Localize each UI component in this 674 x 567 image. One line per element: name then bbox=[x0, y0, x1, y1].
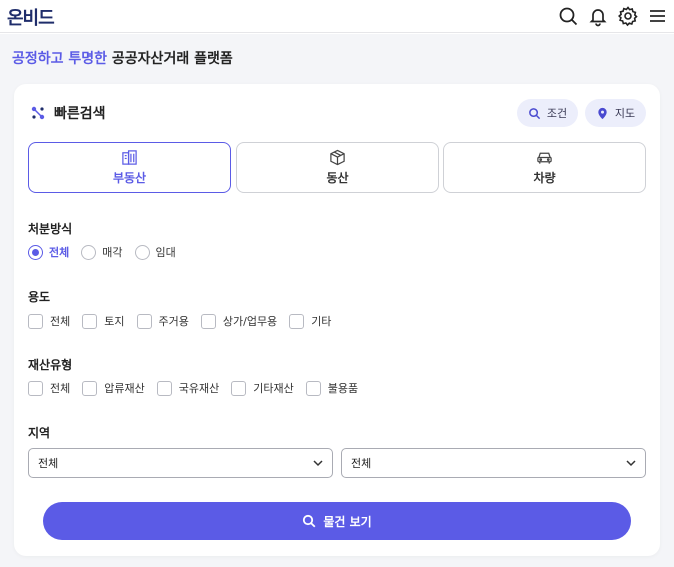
usage-label: 용도 bbox=[28, 290, 51, 304]
search-icon bbox=[528, 107, 541, 119]
quick-search-label: 빠른검색 bbox=[54, 106, 106, 122]
disposal-method-options: 전체 매각 임대 bbox=[28, 244, 188, 260]
category-tab-movables[interactable]: 동산 bbox=[236, 142, 439, 193]
top-bar: 온비드 bbox=[0, 0, 674, 33]
usage-options: 전체 토지 주거용 상가/업무용 기타 bbox=[28, 313, 343, 329]
radio[interactable] bbox=[134, 244, 150, 260]
map-pin-icon bbox=[598, 107, 607, 119]
chevron-down-icon bbox=[626, 460, 636, 467]
asset-type-option-national[interactable]: 국유재산 bbox=[156, 380, 220, 396]
asset-type-options: 전체 압류재산 국유재산 기타재산 불용품 bbox=[28, 380, 370, 396]
logo[interactable]: 온비드 bbox=[7, 4, 55, 30]
checkbox[interactable] bbox=[231, 380, 247, 396]
option-label: 매각 bbox=[102, 246, 123, 259]
view-items-button[interactable]: 물건 보기 bbox=[43, 502, 631, 540]
chevron-down-icon bbox=[313, 460, 323, 467]
tagline-rest: 공공자산거래 플랫폼 bbox=[107, 51, 233, 67]
asset-type-option-seized[interactable]: 압류재산 bbox=[82, 380, 145, 396]
option-label: 기타재산 bbox=[253, 382, 294, 395]
sparkle-icon bbox=[31, 106, 45, 120]
map-button[interactable]: 지도 bbox=[585, 99, 646, 127]
disposal-method-label: 처분방식 bbox=[28, 222, 73, 236]
select-value: 전체 bbox=[38, 457, 59, 470]
asset-type-option-other[interactable]: 기타재산 bbox=[231, 380, 294, 396]
map-label: 지도 bbox=[614, 107, 636, 120]
disposal-option-sale[interactable]: 매각 bbox=[81, 244, 123, 260]
option-label: 압류재산 bbox=[104, 382, 145, 395]
gear-icon[interactable] bbox=[617, 5, 639, 27]
category-label: 부동산 bbox=[112, 171, 147, 185]
building-icon bbox=[122, 150, 137, 165]
radio[interactable] bbox=[81, 244, 97, 260]
option-label: 토지 bbox=[104, 315, 125, 328]
category-tab-vehicles[interactable]: 차량 bbox=[443, 142, 646, 193]
region-select-primary[interactable]: 전체 bbox=[28, 448, 333, 478]
disposal-option-all[interactable]: 전체 bbox=[28, 244, 69, 260]
asset-type-option-all[interactable]: 전체 bbox=[28, 380, 70, 396]
condition-button[interactable]: 조건 bbox=[517, 99, 578, 127]
category-tab-real-estate[interactable]: 부동산 bbox=[28, 142, 231, 193]
option-label: 임대 bbox=[155, 246, 176, 259]
checkbox[interactable] bbox=[82, 313, 98, 329]
bell-icon[interactable] bbox=[587, 5, 609, 27]
usage-option-commercial[interactable]: 상가/업무용 bbox=[200, 313, 278, 329]
radio-selected[interactable] bbox=[28, 244, 43, 260]
menu-icon[interactable] bbox=[646, 5, 668, 27]
checkbox[interactable] bbox=[156, 380, 172, 396]
option-label: 불용품 bbox=[327, 382, 359, 395]
quick-search-title: 빠른검색 bbox=[30, 103, 106, 123]
option-label: 기타 bbox=[311, 315, 332, 328]
option-label: 국유재산 bbox=[178, 382, 220, 395]
region-select-secondary[interactable]: 전체 bbox=[341, 448, 646, 478]
asset-type-label: 재산유형 bbox=[28, 358, 73, 372]
category-label: 동산 bbox=[326, 171, 349, 185]
checkbox[interactable] bbox=[136, 313, 152, 329]
checkbox[interactable] bbox=[289, 313, 305, 329]
search-icon bbox=[303, 514, 316, 528]
option-label: 전체 bbox=[49, 246, 70, 259]
checkbox[interactable] bbox=[28, 380, 43, 396]
usage-option-all[interactable]: 전체 bbox=[28, 313, 70, 329]
usage-option-land[interactable]: 토지 bbox=[82, 313, 125, 329]
tagline-accent: 공정하고 투명한 bbox=[12, 51, 108, 67]
disposal-option-lease[interactable]: 임대 bbox=[134, 244, 176, 260]
box-icon bbox=[330, 149, 345, 166]
region-label: 지역 bbox=[28, 426, 51, 440]
select-value: 전체 bbox=[351, 457, 372, 470]
category-label: 차량 bbox=[533, 171, 556, 185]
option-label: 주거용 bbox=[158, 315, 189, 328]
checkbox[interactable] bbox=[200, 313, 216, 329]
tagline: 공정하고 투명한 공공자산거래 플랫폼 bbox=[12, 48, 233, 68]
option-label: 전체 bbox=[50, 382, 71, 395]
usage-option-residential[interactable]: 주거용 bbox=[136, 313, 189, 329]
usage-option-other[interactable]: 기타 bbox=[289, 313, 331, 329]
checkbox[interactable] bbox=[28, 313, 43, 329]
car-icon bbox=[537, 152, 552, 164]
asset-type-option-unused[interactable]: 불용품 bbox=[305, 380, 359, 396]
condition-label: 조건 bbox=[546, 107, 568, 120]
checkbox[interactable] bbox=[82, 380, 98, 396]
checkbox[interactable] bbox=[305, 380, 321, 396]
option-label: 상가/업무용 bbox=[222, 315, 278, 328]
search-icon[interactable] bbox=[557, 5, 579, 27]
option-label: 전체 bbox=[50, 315, 71, 328]
view-items-label: 물건 보기 bbox=[323, 514, 372, 529]
